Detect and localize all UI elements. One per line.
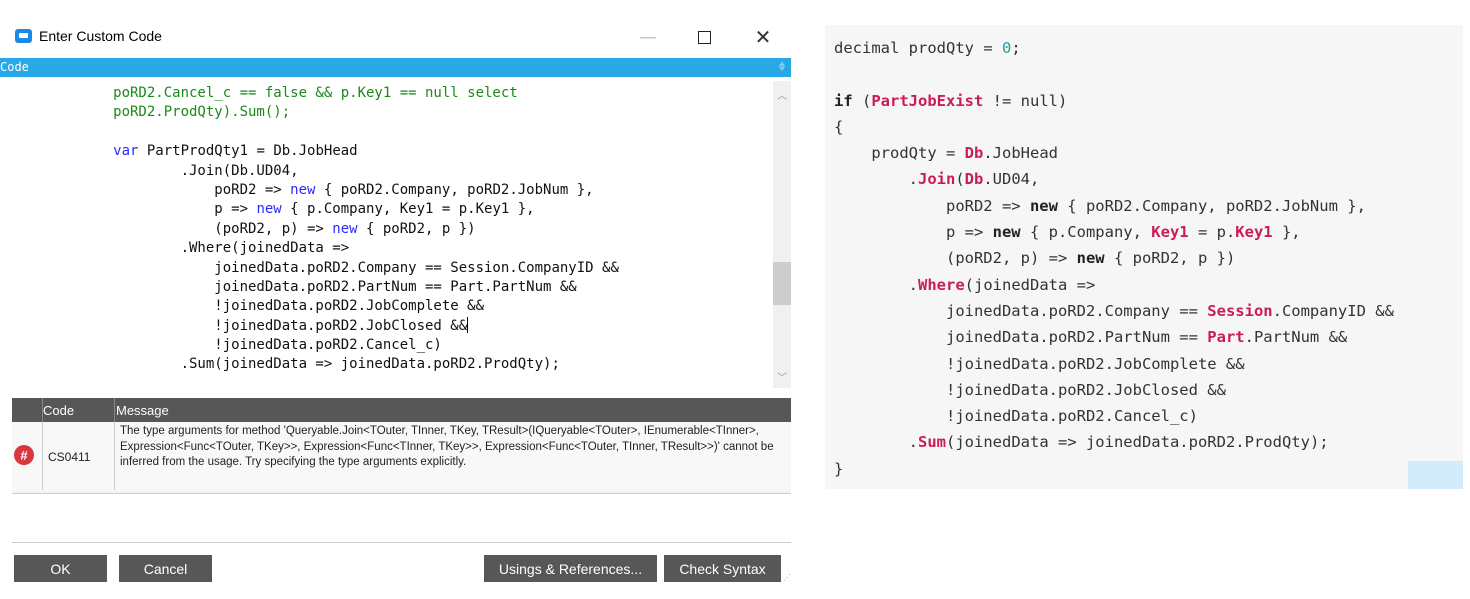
ok-button[interactable]: OK bbox=[14, 555, 107, 582]
check-syntax-button[interactable]: Check Syntax bbox=[664, 555, 781, 582]
code-line[interactable]: poRD2.Cancel_c == false && p.Key1 == nul… bbox=[12, 84, 772, 103]
code-line[interactable]: poRD2.ProdQty).Sum(); bbox=[12, 103, 772, 122]
code-panel-header: Code ф bbox=[0, 58, 791, 77]
snippet-line bbox=[834, 61, 1394, 87]
snippet-line: joinedData.poRD2.Company == Session.Comp… bbox=[834, 301, 1394, 320]
code-editor-lines[interactable]: poRD2.Cancel_c == false && p.Key1 == nul… bbox=[12, 84, 772, 375]
code-line[interactable]: (poRD2, p) => new { poRD2, p }) bbox=[12, 220, 772, 239]
column-message-header[interactable]: Message bbox=[116, 403, 169, 418]
snippet-line: } bbox=[834, 459, 844, 478]
error-list-header: Code Message bbox=[12, 398, 791, 422]
error-code: CS0411 bbox=[48, 450, 91, 464]
code-panel-title: Code bbox=[0, 60, 29, 74]
code-snippet-lines: decimal prodQty = 0; if (PartJobExist != … bbox=[834, 35, 1394, 482]
maximize-button[interactable] bbox=[681, 22, 727, 52]
code-line[interactable]: joinedData.poRD2.Company == Session.Comp… bbox=[12, 259, 772, 278]
maximize-icon bbox=[697, 30, 711, 44]
error-list: Code Message # CS0411 The type arguments… bbox=[12, 398, 791, 494]
window-title: Enter Custom Code bbox=[39, 28, 162, 44]
code-line[interactable]: !joinedData.poRD2.JobComplete && bbox=[12, 297, 772, 316]
pin-icon[interactable]: ф bbox=[779, 61, 785, 72]
scroll-up-icon[interactable]: ︿ bbox=[777, 87, 787, 102]
snippet-line: prodQty = Db.JobHead bbox=[834, 144, 1058, 163]
close-button[interactable]: ✕ bbox=[740, 22, 786, 52]
snippet-line: poRD2 => new { poRD2.Company, poRD2.JobN… bbox=[834, 196, 1366, 215]
snippet-line: !joinedData.poRD2.JobClosed && bbox=[834, 380, 1226, 399]
column-divider bbox=[114, 422, 115, 490]
snippet-line: !joinedData.poRD2.Cancel_c) bbox=[834, 407, 1198, 426]
code-snippet-panel: decimal prodQty = 0; if (PartJobExist != … bbox=[825, 25, 1463, 489]
snippet-line: !joinedData.poRD2.JobComplete && bbox=[834, 354, 1245, 373]
snippet-line: p => new { p.Company, Key1 = p.Key1 }, bbox=[834, 223, 1301, 242]
code-line[interactable]: !joinedData.poRD2.Cancel_c) bbox=[12, 336, 772, 355]
app-icon bbox=[15, 29, 32, 43]
error-row[interactable]: # CS0411 The type arguments for method '… bbox=[12, 422, 791, 490]
scroll-down-icon[interactable]: ﹀ bbox=[777, 369, 787, 384]
code-line[interactable]: !joinedData.poRD2.JobClosed && bbox=[12, 316, 772, 336]
cancel-button[interactable]: Cancel bbox=[119, 555, 212, 582]
minimize-button[interactable]: — bbox=[625, 22, 671, 52]
snippet-line: .Sum(joinedData => joinedData.poRD2.Prod… bbox=[834, 433, 1329, 452]
code-line[interactable]: p => new { p.Company, Key1 = p.Key1 }, bbox=[12, 200, 772, 219]
resize-grip-icon[interactable]: ⋰ bbox=[783, 573, 791, 582]
scrollbar-thumb[interactable] bbox=[773, 262, 791, 305]
error-message: The type arguments for method 'Queryable… bbox=[120, 425, 774, 468]
column-divider bbox=[114, 398, 115, 422]
usings-references-button[interactable]: Usings & References... bbox=[484, 555, 657, 582]
snippet-line: decimal prodQty = 0; bbox=[834, 39, 1021, 57]
code-line[interactable]: .Sum(joinedData => joinedData.poRD2.Prod… bbox=[12, 355, 772, 374]
code-line[interactable]: poRD2 => new { poRD2.Company, poRD2.JobN… bbox=[12, 181, 772, 200]
selection-highlight bbox=[1408, 461, 1463, 489]
title-bar: Enter Custom Code — ✕ bbox=[0, 0, 800, 56]
button-bar: OK Cancel Usings & References... Check S… bbox=[12, 542, 791, 583]
column-divider bbox=[42, 422, 43, 490]
custom-code-dialog: Enter Custom Code — ✕ Code ф poRD2.Cance… bbox=[0, 0, 800, 599]
code-line[interactable]: .Join(Db.UD04, bbox=[12, 162, 772, 181]
code-line[interactable] bbox=[12, 123, 772, 142]
error-icon: # bbox=[14, 445, 34, 465]
snippet-line: .Where(joinedData => bbox=[834, 275, 1096, 294]
snippet-line: if (PartJobExist != null) bbox=[834, 91, 1068, 110]
snippet-line: { bbox=[834, 117, 844, 136]
column-code-header[interactable]: Code bbox=[43, 403, 74, 418]
snippet-line: (poRD2, p) => new { poRD2, p }) bbox=[834, 249, 1236, 268]
snippet-line: joinedData.poRD2.PartNum == Part.PartNum… bbox=[834, 328, 1348, 347]
snippet-line: .Join(Db.UD04, bbox=[834, 170, 1040, 189]
code-line[interactable]: var PartProdQty1 = Db.JobHead bbox=[12, 142, 772, 161]
editor-scrollbar[interactable]: ︿ ﹀ bbox=[773, 81, 791, 388]
code-line[interactable]: joinedData.poRD2.PartNum == Part.PartNum… bbox=[12, 278, 772, 297]
code-editor[interactable]: poRD2.Cancel_c == false && p.Key1 == nul… bbox=[12, 81, 791, 388]
code-line[interactable]: .Where(joinedData => bbox=[12, 239, 772, 258]
